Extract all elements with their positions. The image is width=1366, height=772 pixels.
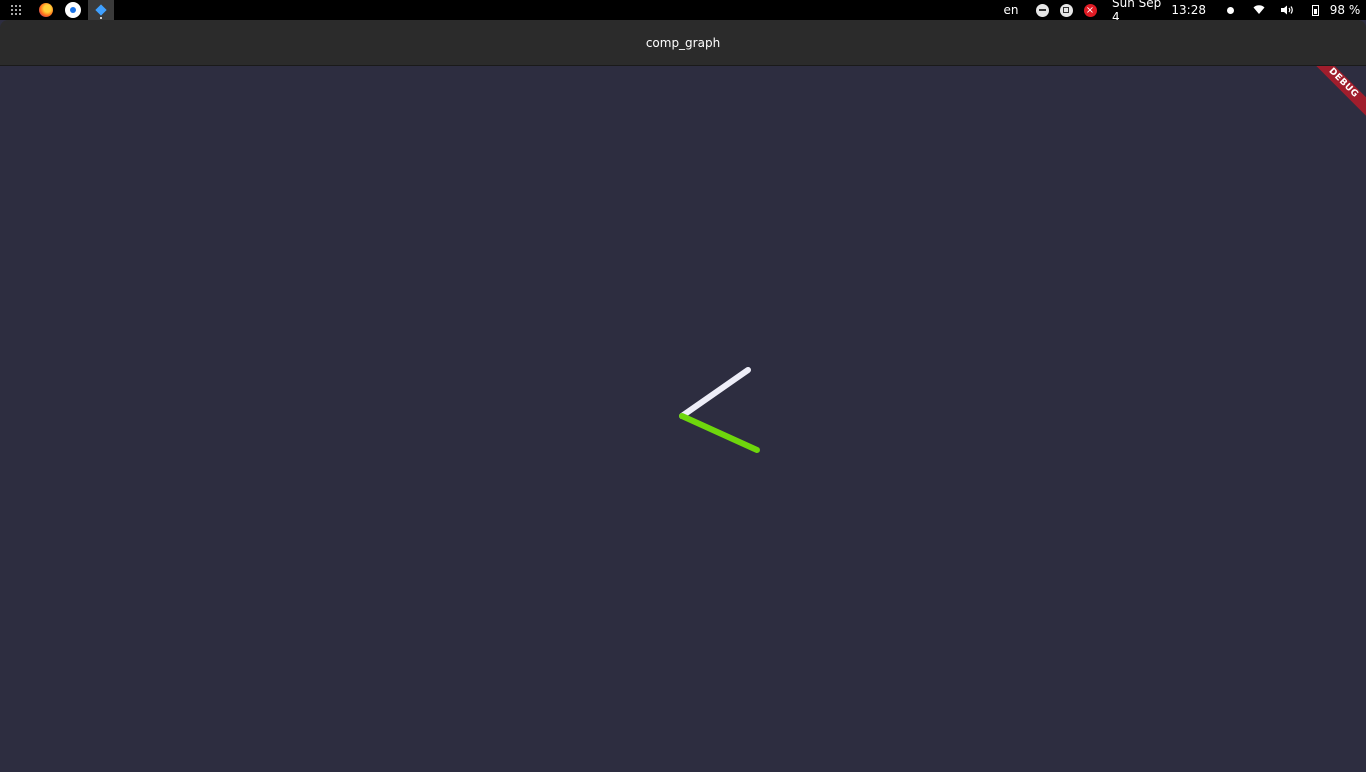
window-title: comp_graph (645, 35, 721, 50)
minimize-icon[interactable] (1034, 0, 1050, 20)
top-bar: en × Sun Sep 4 13:28 98 % (0, 0, 1366, 24)
graph-svg (679, 367, 760, 453)
debug-banner: DEBUG (1306, 66, 1366, 126)
maximize-icon[interactable] (1058, 0, 1074, 20)
flutter-icon[interactable] (88, 0, 114, 20)
green-line (679, 413, 760, 453)
firefox-icon[interactable] (38, 0, 54, 20)
language-indicator[interactable]: en (1001, 0, 1021, 20)
apps-grid-icon[interactable] (8, 0, 24, 20)
clock[interactable]: Sun Sep 4 13:28 (1112, 0, 1212, 24)
window-title-bar[interactable]: comp_graph (0, 20, 1366, 66)
wifi-icon[interactable] (1252, 0, 1266, 20)
volume-icon[interactable] (1279, 0, 1295, 20)
recording-dot-icon (1224, 0, 1236, 20)
battery-icon[interactable] (1308, 0, 1322, 20)
debug-banner-label: DEBUG (1306, 66, 1366, 120)
clock-time: 13:28 (1171, 3, 1206, 17)
graph-canvas[interactable] (0, 66, 1366, 768)
battery-percent[interactable]: 98 % (1328, 0, 1362, 20)
white-line (679, 367, 751, 419)
chrome-icon[interactable] (65, 0, 81, 20)
close-icon[interactable]: × (1082, 0, 1098, 20)
